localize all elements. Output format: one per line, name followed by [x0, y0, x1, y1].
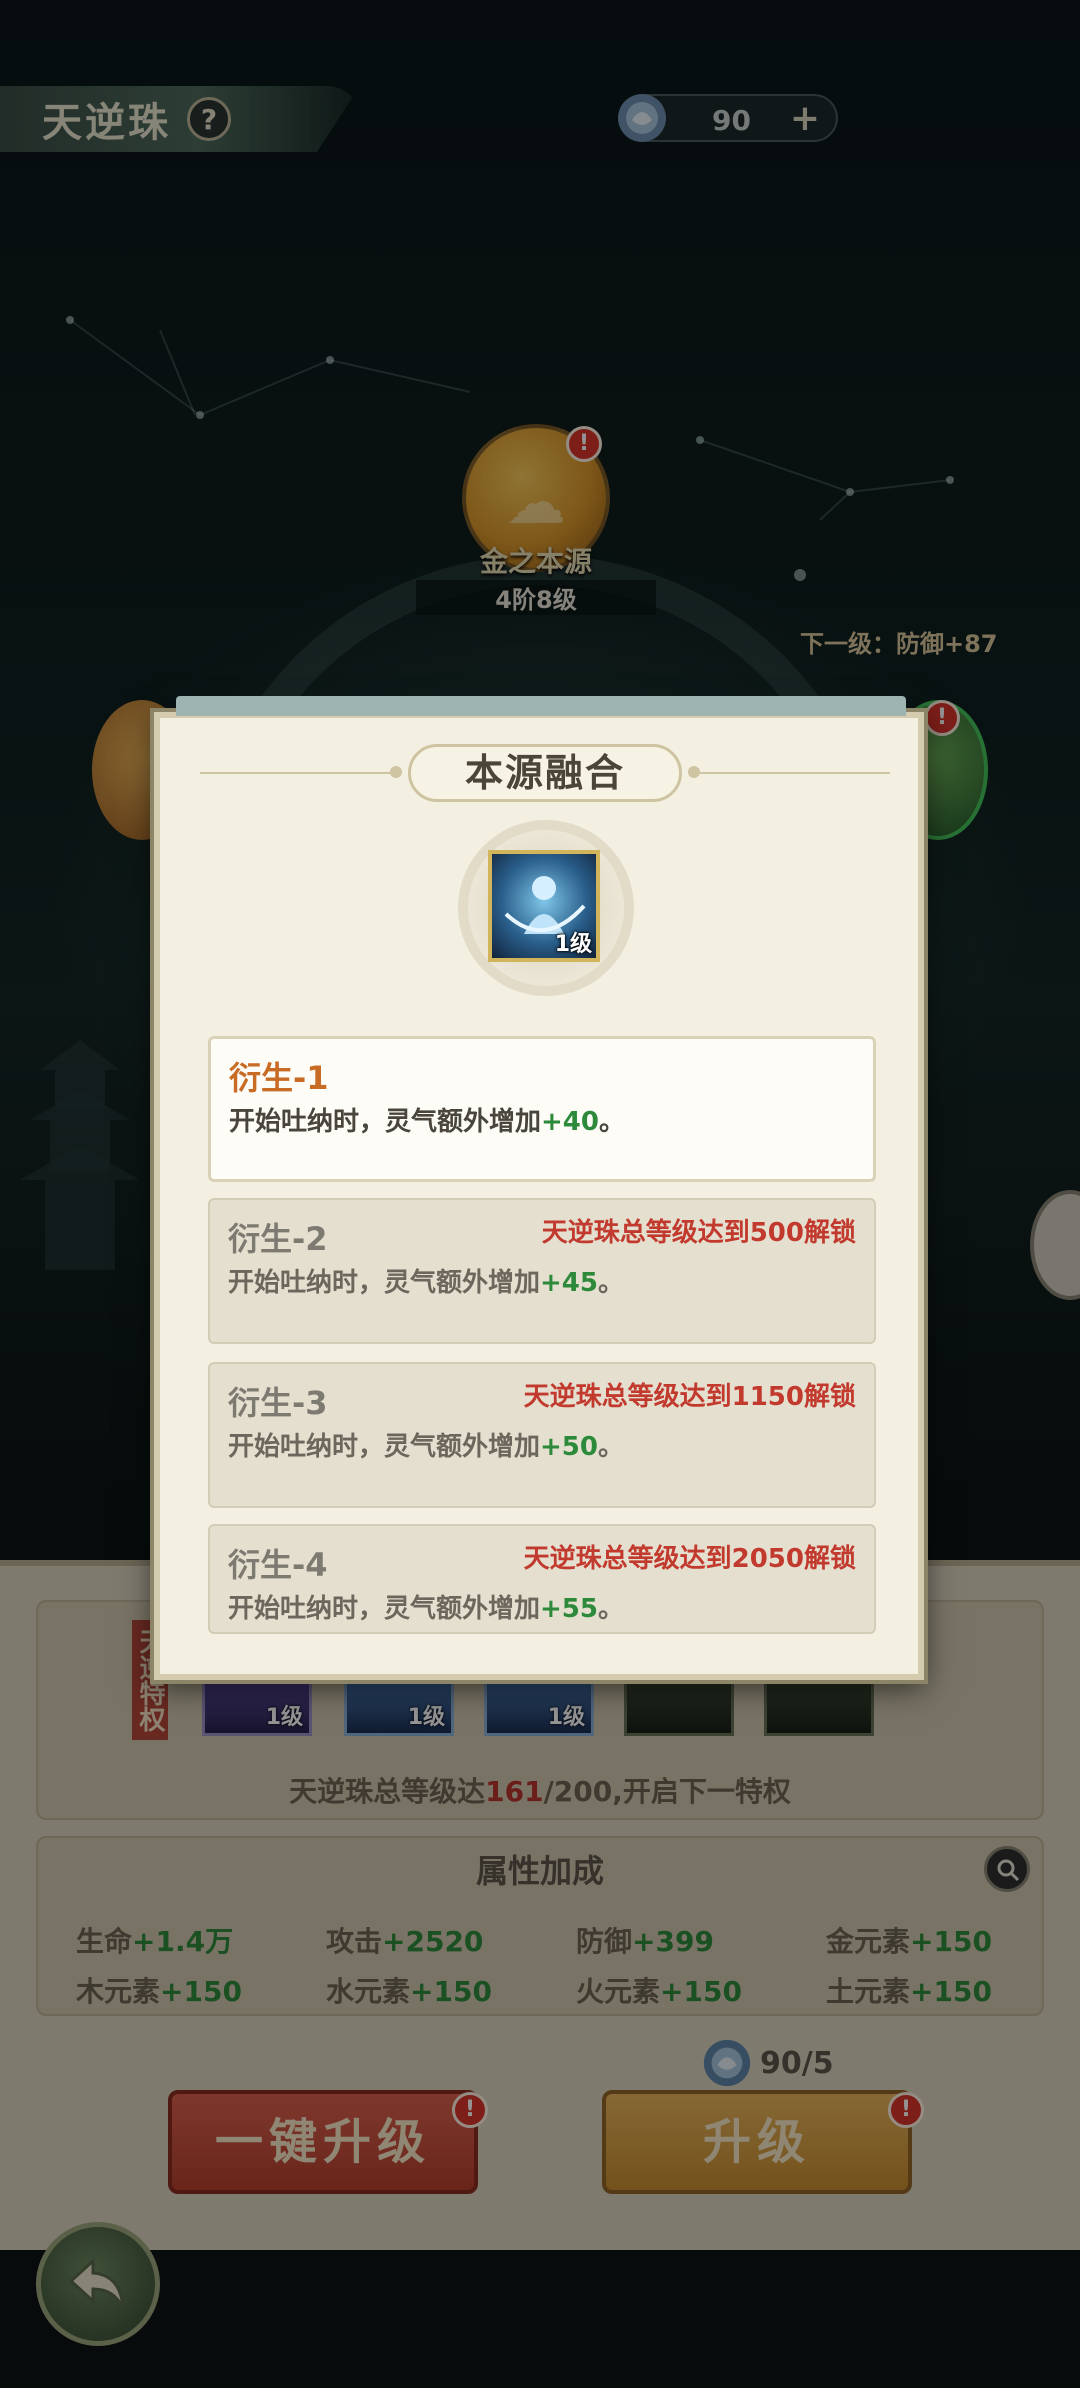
entry-unlock-condition: 天逆珠总等级达到1150解锁 — [523, 1382, 856, 1412]
entry-title: 衍生-1 — [229, 1059, 329, 1097]
entry-unlock-condition: 天逆珠总等级达到2050解锁 — [523, 1544, 856, 1574]
title-divider-dot — [390, 766, 402, 778]
entry-title: 衍生-3 — [228, 1384, 328, 1422]
entry-desc-text: 开始吐纳时，灵气额外增加 — [228, 1432, 541, 1462]
water-spirit-icon[interactable]: 1级 — [488, 850, 600, 962]
derivation-entry[interactable]: 衍生-1 开始吐纳时，灵气额外增加+40。 — [208, 1036, 876, 1182]
origin-fusion-dialog: 本源融合 1级 衍生-1 开始吐纳时，灵气额外增加+40。 衍生-2 天逆珠总等… — [154, 696, 924, 1680]
entry-desc-end: 。 — [597, 1594, 624, 1624]
entry-bonus: +55 — [540, 1594, 598, 1624]
entry-unlock-condition: 天逆珠总等级达到500解锁 — [541, 1218, 856, 1248]
entry-desc-text: 开始吐纳时，灵气额外增加 — [228, 1268, 541, 1298]
entry-desc-text: 开始吐纳时，灵气额外增加 — [228, 1594, 541, 1624]
entry-description: 开始吐纳时，灵气额外增加+45。 — [228, 1262, 624, 1299]
entry-description: 开始吐纳时，灵气额外增加+55。 — [228, 1588, 624, 1625]
entry-bonus: +45 — [540, 1268, 598, 1298]
skill-icon-level: 1级 — [554, 932, 592, 957]
entry-title: 衍生-4 — [228, 1546, 328, 1584]
entry-bonus: +40 — [541, 1107, 599, 1137]
entry-desc-end: 。 — [598, 1107, 625, 1137]
entry-desc-text: 开始吐纳时，灵气额外增加 — [229, 1107, 542, 1137]
derivation-entry-locked[interactable]: 衍生-4 天逆珠总等级达到2050解锁 开始吐纳时，灵气额外增加+55。 — [208, 1524, 876, 1634]
derivation-entry-locked[interactable]: 衍生-2 天逆珠总等级达到500解锁 开始吐纳时，灵气额外增加+45。 — [208, 1198, 876, 1344]
entry-title: 衍生-2 — [228, 1220, 328, 1258]
title-divider — [200, 772, 396, 774]
title-divider — [694, 772, 890, 774]
dialog-title: 本源融合 — [464, 751, 625, 795]
entry-desc-end: 。 — [597, 1432, 624, 1462]
derivation-entry-locked[interactable]: 衍生-3 天逆珠总等级达到1150解锁 开始吐纳时，灵气额外增加+50。 — [208, 1362, 876, 1508]
dialog-title-plate: 本源融合 — [408, 744, 682, 802]
entry-description: 开始吐纳时，灵气额外增加+40。 — [229, 1101, 625, 1138]
entry-bonus: +50 — [540, 1432, 598, 1462]
entry-desc-end: 。 — [597, 1268, 624, 1298]
entry-description: 开始吐纳时，灵气额外增加+50。 — [228, 1426, 624, 1463]
